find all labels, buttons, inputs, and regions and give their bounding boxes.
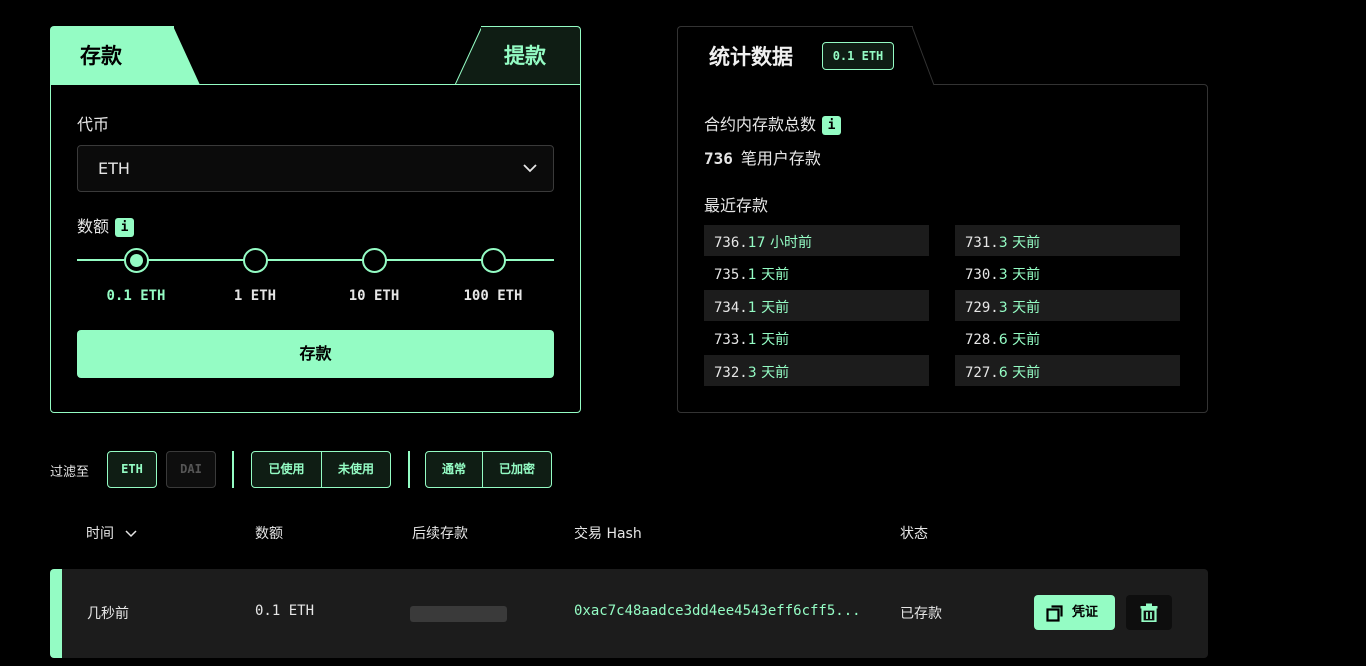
- recent-deposit-item: 733.1 天前: [704, 322, 929, 353]
- column-header-status: 状态: [900, 526, 928, 542]
- column-header-amount: 数额: [255, 526, 283, 542]
- row-tx-hash-link[interactable]: 0xac7c48aadce3dd4ee4543eff6cff5...: [574, 603, 861, 619]
- statistics-amount-badge: 0.1 ETH: [822, 42, 894, 70]
- info-icon[interactable]: i: [822, 116, 842, 135]
- filter-eth-button[interactable]: ETH: [107, 451, 157, 488]
- row-status: 已存款: [900, 606, 942, 622]
- info-icon[interactable]: i: [115, 218, 135, 237]
- row-amount: 0.1 ETH: [255, 603, 315, 619]
- copy-icon: [1046, 605, 1063, 622]
- filter-dai-button[interactable]: DAI: [166, 451, 216, 488]
- filter-divider: [408, 451, 410, 488]
- column-header-time[interactable]: 时间: [86, 523, 138, 543]
- recent-index: 727.: [965, 365, 999, 381]
- chevron-down-icon: [523, 164, 537, 173]
- deposit-count-suffix: 笔用户存款: [740, 149, 821, 168]
- amount-label: 数额 i: [77, 213, 135, 237]
- filter-label: 过滤至: [50, 465, 90, 480]
- deposit-count: 736 笔用户存款: [704, 145, 821, 169]
- recent-index: 731.: [965, 235, 999, 251]
- row-accent: [50, 569, 62, 658]
- filter-type-group: 通常 已加密: [425, 451, 552, 488]
- filter-normal-button[interactable]: 通常: [426, 452, 482, 487]
- recent-deposits-label: 最近存款: [704, 196, 769, 215]
- recent-deposit-item: 731.3 天前: [955, 225, 1180, 256]
- recent-ago: 3 天前: [998, 267, 1041, 283]
- amount-option-label[interactable]: 1 ETH: [210, 288, 300, 304]
- row-subsequent-placeholder: [410, 606, 507, 622]
- amount-slider[interactable]: [77, 245, 554, 275]
- proof-button-label: 凭证: [1072, 605, 1099, 620]
- token-select[interactable]: ETH: [77, 145, 554, 192]
- statistics-title: 统计数据: [709, 45, 793, 69]
- recent-index: 736.: [714, 235, 748, 251]
- recent-ago: 6 天前: [998, 365, 1041, 381]
- deposit-count-value: 736: [704, 149, 733, 168]
- trash-icon: [1140, 603, 1158, 622]
- slider-stop-1-eth[interactable]: [243, 248, 268, 273]
- recent-index: 728.: [965, 332, 999, 348]
- recent-index: 733.: [714, 332, 748, 348]
- recent-deposit-item: 732.3 天前: [704, 355, 929, 386]
- recent-deposit-item: 736.17 小时前: [704, 225, 929, 256]
- chevron-down-icon: [125, 530, 137, 538]
- filter-encrypted-button[interactable]: 已加密: [482, 452, 551, 487]
- recent-index: 732.: [714, 365, 748, 381]
- recent-deposit-item: 728.6 天前: [955, 322, 1180, 353]
- recent-deposit-item: 734.1 天前: [704, 290, 929, 321]
- column-header-tx-hash: 交易 Hash: [574, 526, 642, 542]
- recent-ago: 3 天前: [998, 300, 1041, 316]
- token-label: 代币: [77, 115, 110, 134]
- amount-option-label[interactable]: 0.1 ETH: [91, 288, 181, 304]
- column-header-subsequent: 后续存款: [412, 526, 468, 542]
- slider-stop-0-1-eth[interactable]: [124, 248, 149, 273]
- recent-index: 729.: [965, 300, 999, 316]
- total-deposits-label: 合约内存款总数 i: [704, 111, 842, 135]
- recent-ago: 1 天前: [747, 267, 790, 283]
- statistics-body: 合约内存款总数 i 736 笔用户存款 最近存款 736.17 小时前 735.1 …: [677, 84, 1208, 413]
- statistics-panel: 合约内存款总数 i 736 笔用户存款 最近存款 736.17 小时前 735.1 …: [677, 26, 1208, 413]
- total-deposits-label-text: 合约内存款总数: [704, 115, 817, 134]
- tab-deposit[interactable]: 存款: [50, 26, 174, 85]
- filter-unused-button[interactable]: 未使用: [321, 452, 390, 487]
- recent-ago: 6 天前: [998, 332, 1041, 348]
- tab-withdraw[interactable]: 提款: [481, 26, 581, 85]
- recent-ago: 17 小时前: [747, 235, 812, 251]
- recent-deposit-item: 729.3 天前: [955, 290, 1180, 321]
- statistics-tab-slant: [911, 26, 935, 86]
- amount-option-label[interactable]: 10 ETH: [329, 288, 419, 304]
- filter-used-button[interactable]: 已使用: [252, 452, 321, 487]
- statistics-tab: 统计数据 0.1 ETH: [677, 26, 913, 85]
- recent-deposit-item: 735.1 天前: [704, 257, 929, 288]
- delete-button[interactable]: [1126, 595, 1172, 630]
- token-select-value: ETH: [98, 159, 130, 178]
- recent-ago: 3 天前: [747, 365, 790, 381]
- table-row: 几秒前 0.1 ETH 0xac7c48aadce3dd4ee4543eff6c…: [50, 569, 1208, 658]
- proof-button[interactable]: 凭证: [1034, 595, 1115, 630]
- column-header-time-text: 时间: [86, 526, 114, 542]
- recent-index: 730.: [965, 267, 999, 283]
- recent-deposit-item: 730.3 天前: [955, 257, 1180, 288]
- slider-stop-10-eth[interactable]: [362, 248, 387, 273]
- filter-usage-group: 已使用 未使用: [251, 451, 391, 488]
- deposit-button[interactable]: 存款: [77, 330, 554, 378]
- row-time: 几秒前: [87, 606, 129, 622]
- amount-option-label[interactable]: 100 ETH: [448, 288, 538, 304]
- recent-index: 735.: [714, 267, 748, 283]
- tab-withdraw-slant: [455, 26, 482, 85]
- deposit-form: 代币 ETH 数额 i 0.1 ETH 1 ETH 10 ETH 100 ETH …: [50, 84, 581, 413]
- tab-deposit-slant: [173, 26, 200, 85]
- amount-label-text: 数额: [77, 217, 110, 236]
- recent-index: 734.: [714, 300, 748, 316]
- filter-divider: [232, 451, 234, 488]
- recent-ago: 3 天前: [998, 235, 1041, 251]
- recent-ago: 1 天前: [747, 300, 790, 316]
- deposit-withdraw-panel: 存款 提款 代币 ETH 数额 i 0.1 ETH 1 ETH 10 ETH 1…: [50, 26, 581, 413]
- recent-deposit-item: 727.6 天前: [955, 355, 1180, 386]
- slider-stop-100-eth[interactable]: [481, 248, 506, 273]
- recent-ago: 1 天前: [747, 332, 790, 348]
